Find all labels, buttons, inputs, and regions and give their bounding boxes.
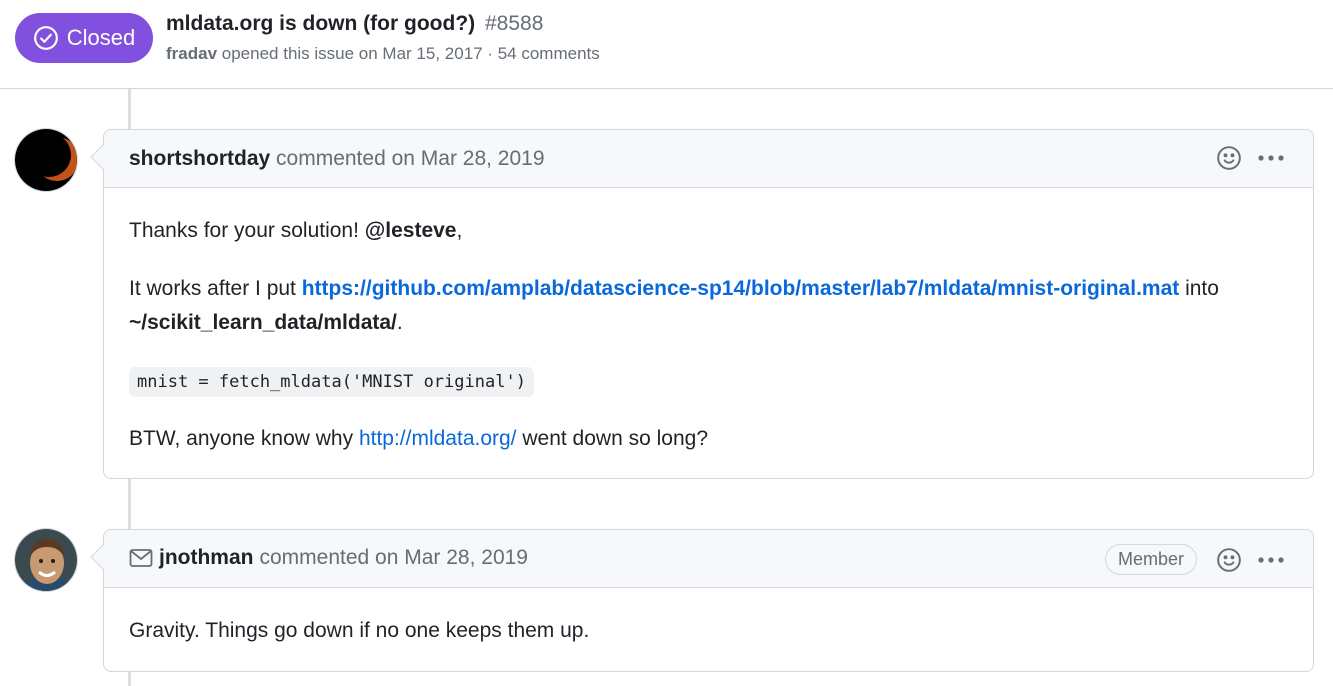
timeline-connector [128, 89, 131, 129]
issue-state-label: Closed [66, 25, 136, 50]
comment-header: jnothman commented on Mar 28, 2019 Membe… [90, 530, 1313, 588]
issue-title: mldata.org is down (for good?) #8588 [166, 12, 543, 36]
comment: shortshortday commented on Mar 28, 2019 [90, 129, 1314, 480]
smiley-icon [1217, 146, 1241, 170]
text: went down so long? [516, 427, 708, 450]
comment-arrow [90, 544, 116, 570]
comment-paragraph: Thanks for your solution! @lesteve, [129, 214, 1288, 248]
comment-actions: Member [1104, 544, 1285, 575]
kebab-horizontal-icon [1258, 155, 1284, 161]
text: , [456, 219, 463, 242]
issue-number: #8588 [484, 12, 544, 35]
comment-paragraph: Gravity. Things go down if no one keeps … [129, 614, 1288, 648]
text: . [396, 311, 403, 334]
add-reaction-button[interactable] [1215, 546, 1243, 574]
issue-meta-text: opened this issue on Mar 15, 2017 · 54 c… [221, 44, 600, 63]
comment-paragraph: It works after I put https://github.com/… [129, 272, 1288, 340]
mail-icon [129, 549, 153, 567]
file-link[interactable]: https://github.com/amplab/datascience-sp… [302, 277, 1180, 300]
kebab-horizontal-icon [1258, 556, 1284, 563]
text: Gravity. Things go down if no one keeps … [129, 619, 590, 642]
site-link[interactable]: http://mldata.org/ [359, 427, 517, 450]
comment-body: Thanks for your solution! @lesteve, It w… [104, 188, 1313, 480]
comment-paragraph: BTW, anyone know why http://mldata.org/ … [129, 422, 1288, 456]
issue-title-text: mldata.org is down (for good?) [166, 12, 476, 35]
add-reaction-button[interactable] [1215, 144, 1243, 172]
issue-state-badge: Closed [15, 13, 153, 63]
comment-menu-button[interactable] [1257, 546, 1285, 574]
check-circle-icon [33, 26, 58, 50]
comment-author-line: shortshortday commented on Mar 28, 2019 [129, 147, 545, 171]
text: Thanks for your solution! [129, 219, 365, 242]
text: It works after I put [129, 277, 302, 300]
comment-author-link[interactable]: jnothman [159, 546, 254, 570]
smiley-icon [1217, 547, 1241, 572]
user-mention-link[interactable]: @lesteve [365, 219, 457, 242]
comment: jnothman commented on Mar 28, 2019 Membe… [90, 529, 1314, 672]
comment-menu-button[interactable] [1257, 144, 1285, 172]
issue-author-link[interactable]: fradav [166, 44, 217, 63]
issue-meta: fradav opened this issue on Mar 15, 2017… [166, 44, 600, 64]
comment-author-line: jnothman commented on Mar 28, 2019 [129, 546, 528, 570]
issue-header: Closed mldata.org is down (for good?) #8… [0, 0, 1333, 89]
inline-code: mnist = fetch_mldata('MNIST original') [129, 367, 534, 397]
avatar[interactable] [14, 128, 78, 192]
member-badge: Member [1104, 544, 1197, 575]
comment-timestamp[interactable]: commented on Mar 28, 2019 [276, 147, 545, 170]
text: into [1179, 277, 1219, 300]
avatar[interactable] [14, 528, 78, 592]
timeline-connector [128, 672, 131, 686]
timeline-connector [128, 478, 131, 529]
comment-header: shortshortday commented on Mar 28, 2019 [90, 130, 1313, 188]
comment-author-link[interactable]: shortshortday [129, 147, 270, 170]
comment-body: Gravity. Things go down if no one keeps … [104, 588, 1313, 672]
comment-timestamp[interactable]: commented on Mar 28, 2019 [260, 546, 529, 570]
comment-actions [1215, 144, 1285, 172]
text: BTW, anyone know why [129, 427, 359, 450]
comment-paragraph: mnist = fetch_mldata('MNIST original') [129, 364, 1288, 398]
comment-arrow [90, 144, 116, 170]
path-text: ~/scikit_learn_data/mldata/ [129, 311, 397, 334]
